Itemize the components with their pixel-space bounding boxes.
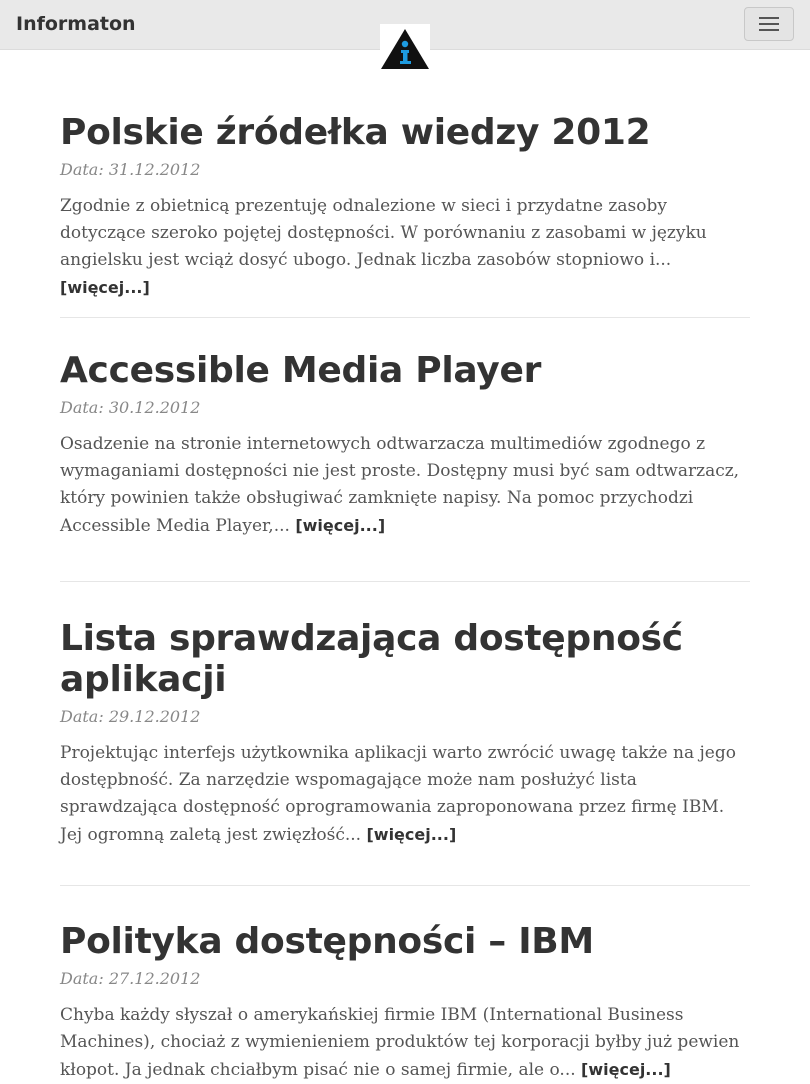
read-more-link[interactable]: [więcej...] <box>60 278 150 297</box>
post-date: Data: 31.12.2012 <box>60 160 201 179</box>
post-excerpt: Zgodnie z obietnicą prezentuję odnalezio… <box>60 193 750 302</box>
information-triangle-icon[interactable] <box>380 24 430 70</box>
post-item: Accessible Media Player Data: 30.12.2012… <box>60 350 750 582</box>
menu-toggle-button[interactable] <box>744 7 794 41</box>
post-excerpt: Osadzenie na stronie internetowych odtwa… <box>60 431 750 540</box>
post-list: Polskie źródełka wiedzy 2012 Data: 31.12… <box>60 112 750 1084</box>
hamburger-menu-icon-bar <box>759 29 779 31</box>
site-brand-link[interactable]: Informaton <box>16 13 136 35</box>
post-item: Lista sprawdzająca dostępność aplikacji … <box>60 618 750 886</box>
hamburger-menu-icon-bar <box>759 23 779 25</box>
hamburger-menu-icon <box>759 17 779 19</box>
post-date: Data: 30.12.2012 <box>60 398 201 417</box>
post-title-link[interactable]: Polskie źródełka wiedzy 2012 <box>60 112 750 153</box>
post-excerpt-text: Osadzenie na stronie internetowych odtwa… <box>60 434 740 536</box>
post-excerpt: Projektując interfejs użytkownika aplika… <box>60 740 750 849</box>
post-date: Data: 27.12.2012 <box>60 969 201 988</box>
post-excerpt: Chyba każdy słyszał o amerykańskiej firm… <box>60 1002 750 1084</box>
post-title-link[interactable]: Lista sprawdzająca dostępność aplikacji <box>60 618 750 700</box>
post-title-link[interactable]: Polityka dostępności – IBM <box>60 921 750 962</box>
read-more-link[interactable]: [więcej...] <box>366 825 456 844</box>
read-more-link[interactable]: [więcej...] <box>295 516 385 535</box>
post-date: Data: 29.12.2012 <box>60 707 201 726</box>
post-item: Polityka dostępności – IBM Data: 27.12.2… <box>60 921 750 1084</box>
post-title-link[interactable]: Accessible Media Player <box>60 350 750 391</box>
read-more-link[interactable]: [więcej...] <box>581 1060 671 1079</box>
post-excerpt-text: Zgodnie z obietnicą prezentuję odnalezio… <box>60 196 707 270</box>
post-item: Polskie źródełka wiedzy 2012 Data: 31.12… <box>60 112 750 318</box>
